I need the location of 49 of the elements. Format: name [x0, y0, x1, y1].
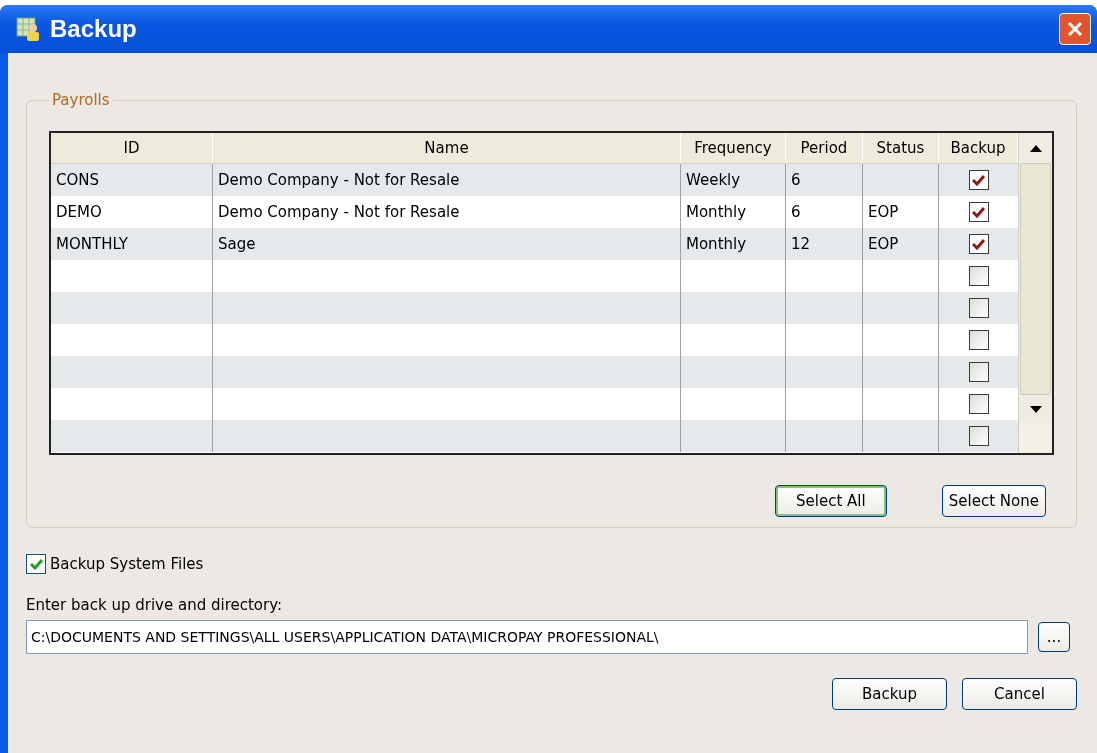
scrollbar[interactable] [1018, 133, 1052, 453]
calendar-person-icon [16, 16, 42, 42]
table-cell: MONTHLY [56, 235, 128, 253]
up-arrow-icon [1029, 144, 1042, 152]
table-cell: 12 [791, 235, 811, 253]
checkbox[interactable] [968, 426, 989, 446]
checkbox[interactable] [968, 394, 989, 414]
check-mark-icon [972, 206, 985, 218]
table-cell: EOP [868, 235, 899, 253]
checkbox[interactable] [968, 266, 989, 286]
checkbox-label: Backup System Files [50, 555, 204, 573]
table-cell: Demo Company - Not for Resale [218, 171, 460, 189]
table-cell: Weekly [686, 171, 741, 189]
dialog-button[interactable]: Cancel [962, 678, 1077, 710]
table-cell: CONS [56, 171, 100, 189]
column-header[interactable]: Frequency [681, 133, 786, 163]
column-header[interactable]: ID [51, 133, 213, 163]
table-cell: Sage [218, 235, 256, 253]
check-mark-icon [29, 558, 43, 570]
table-cell: Demo Company - Not for Resale [218, 203, 460, 221]
field-label: Enter back up drive and directory: [26, 596, 284, 614]
window-title: Backup [50, 15, 137, 43]
check-mark-icon [972, 238, 985, 250]
checkbox[interactable] [968, 170, 989, 190]
column-header[interactable]: Status [863, 133, 939, 163]
directory-field[interactable]: C:\DOCUMENTS AND SETTINGS\ALL USERS\APPLICATION DATA\MICROPAY PROFESSIONAL\ [26, 620, 1028, 654]
dialog-button[interactable]: Backup [832, 678, 947, 710]
column-header[interactable]: Period [786, 133, 863, 163]
table-cell: 6 [791, 171, 801, 189]
select-button[interactable]: Select None [941, 485, 1046, 517]
check-mark-icon [972, 174, 985, 186]
browse-button[interactable]: ... [1038, 622, 1070, 652]
checkbox[interactable] [968, 330, 989, 350]
checkbox[interactable] [26, 554, 46, 574]
table-cell: Monthly [686, 203, 747, 221]
close-icon [1067, 21, 1083, 37]
down-arrow-icon [1029, 406, 1042, 414]
checkbox[interactable] [968, 298, 989, 318]
table-cell: 6 [791, 203, 801, 221]
checkbox[interactable] [968, 234, 989, 254]
checkbox[interactable] [968, 362, 989, 382]
table-cell: Monthly [686, 235, 747, 253]
table-cell: DEMO [56, 203, 102, 221]
select-button[interactable]: Select All [774, 485, 887, 517]
group-label: Payrolls [51, 91, 111, 109]
close-button[interactable] [1059, 13, 1091, 45]
column-header[interactable]: Name [213, 133, 681, 163]
table-cell: EOP [868, 203, 899, 221]
checkbox[interactable] [968, 202, 989, 222]
